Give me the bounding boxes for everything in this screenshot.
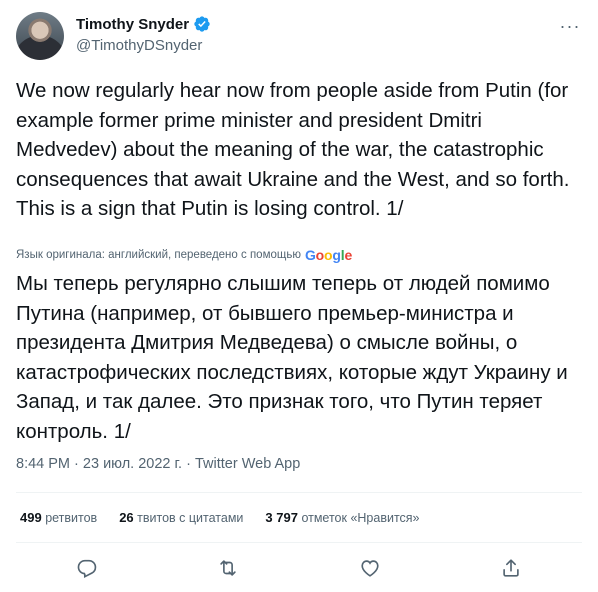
author-block: Timothy Snyder @TimothyDSnyder (76, 14, 211, 54)
quotes-count: 26 (119, 510, 134, 525)
tweet-stats: 499 ретвитов 26 твитов с цитатами 3 797 … (20, 510, 420, 525)
tweet-meta: 8:44 PM · 23 июл. 2022 г. · Twitter Web … (16, 456, 300, 472)
divider (16, 492, 582, 493)
more-icon[interactable]: ··· (558, 16, 582, 36)
author-name[interactable]: Timothy Snyder (76, 16, 189, 33)
tweet-header: Timothy Snyder @TimothyDSnyder ··· (16, 12, 582, 62)
translation-note: Язык оригинала: английский, переведено с… (16, 247, 352, 263)
likes-stat[interactable]: 3 797 отметок «Нравится» (265, 510, 419, 525)
tweet-text-translated: Мы теперь регулярно слышим теперь от люд… (16, 272, 574, 443)
share-icon[interactable] (497, 554, 525, 582)
likes-count: 3 797 (265, 510, 298, 525)
retweet-icon[interactable] (214, 554, 242, 582)
quotes-stat[interactable]: 26 твитов с цитатами (119, 510, 243, 525)
meta-separator: · (74, 456, 79, 472)
action-bar (16, 552, 582, 584)
retweets-count: 499 (20, 510, 42, 525)
quotes-label: твитов с цитатами (137, 511, 244, 525)
verified-badge-icon (193, 15, 211, 33)
author-handle[interactable]: @TimothyDSnyder (76, 37, 211, 54)
reply-icon[interactable] (73, 554, 101, 582)
retweets-stat[interactable]: 499 ретвитов (20, 510, 97, 525)
name-row: Timothy Snyder (76, 14, 211, 34)
tweet-date[interactable]: 23 июл. 2022 г. (83, 456, 182, 472)
retweets-label: ретвитов (45, 511, 98, 525)
tweet-text-original: We now regularly hear now from people as… (16, 79, 581, 220)
like-icon[interactable] (356, 554, 384, 582)
translation-note-text: Язык оригинала: английский, переведено с… (16, 249, 301, 261)
tweet-source[interactable]: Twitter Web App (195, 456, 300, 472)
likes-label: отметок «Нравится» (301, 511, 420, 525)
divider (16, 542, 582, 543)
tweet-time[interactable]: 8:44 PM (16, 456, 70, 472)
avatar[interactable] (16, 12, 64, 60)
meta-separator: · (186, 456, 191, 472)
google-logo[interactable]: Google (305, 247, 352, 263)
